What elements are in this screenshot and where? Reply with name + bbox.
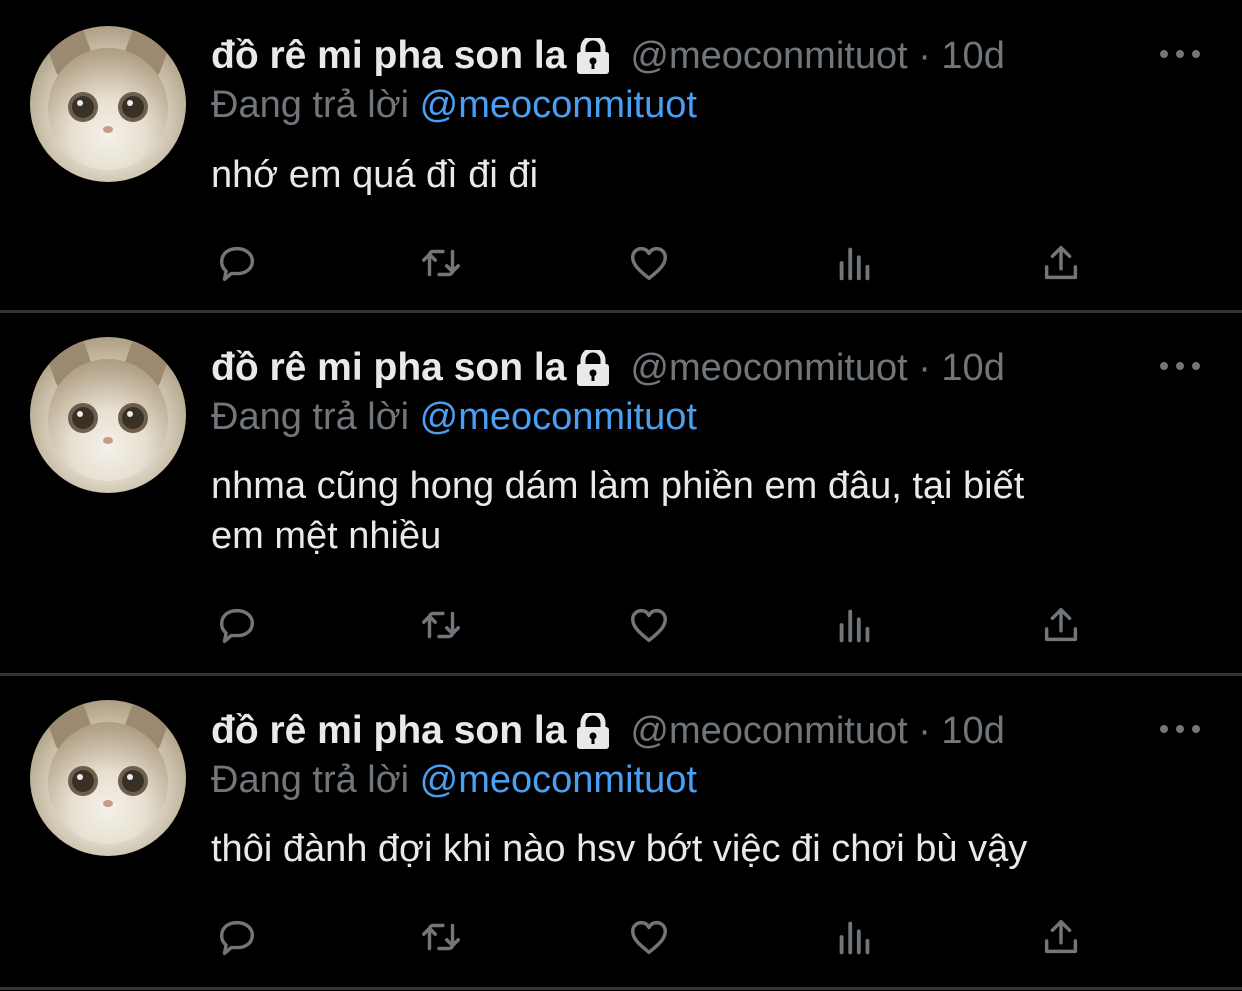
- views-icon[interactable]: [830, 600, 880, 650]
- replying-to: Đang trả lời @meoconmituot: [211, 396, 697, 439]
- handle-and-time[interactable]: @meoconmituot · 10d: [630, 35, 1004, 78]
- more-icon[interactable]: [1160, 44, 1200, 64]
- mention-link[interactable]: @meoconmituot: [420, 84, 697, 126]
- replying-to-label: Đang trả lời: [211, 84, 410, 126]
- avatar[interactable]: [30, 337, 186, 493]
- reply-icon[interactable]: [212, 238, 262, 288]
- action-bar: [0, 600, 1242, 650]
- like-icon[interactable]: [624, 600, 674, 650]
- like-icon[interactable]: [624, 238, 674, 288]
- tweet-text: nhma cũng hong dám làm phiền em đâu, tại…: [211, 465, 1025, 557]
- tweet-header: đồ rê mi pha son la @meoconmituot · 10d: [211, 343, 1005, 393]
- mention-link[interactable]: @meoconmituot: [420, 759, 697, 801]
- like-icon[interactable]: [624, 912, 674, 962]
- replying-to-label: Đang trả lời: [211, 396, 410, 438]
- action-bar: [0, 238, 1242, 288]
- retweet-icon[interactable]: [416, 238, 466, 288]
- more-icon[interactable]: [1160, 719, 1200, 739]
- handle-and-time[interactable]: @meoconmituot · 10d: [630, 347, 1004, 390]
- retweet-icon[interactable]: [416, 600, 466, 650]
- views-icon[interactable]: [830, 912, 880, 962]
- lock-icon: [574, 35, 612, 74]
- tweet-header: đồ rê mi pha son la @meoconmituot · 10d: [211, 31, 1005, 81]
- display-name[interactable]: đồ rê mi pha son la: [211, 34, 566, 78]
- reply-icon[interactable]: [212, 600, 262, 650]
- handle-and-time[interactable]: @meoconmituot · 10d: [630, 710, 1004, 753]
- replying-to: Đang trả lời @meoconmituot: [211, 759, 697, 802]
- tweet-header: đồ rê mi pha son la @meoconmituot · 10d: [211, 706, 1005, 756]
- tweet[interactable]: đồ rê mi pha son la @meoconmituot · 10d …: [0, 0, 1242, 310]
- action-bar: [0, 912, 1242, 962]
- reply-icon[interactable]: [212, 912, 262, 962]
- views-icon[interactable]: [830, 238, 880, 288]
- avatar[interactable]: [30, 700, 186, 856]
- avatar[interactable]: [30, 26, 186, 182]
- share-icon[interactable]: [1036, 600, 1086, 650]
- tweet[interactable]: đồ rê mi pha son la @meoconmituot · 10d …: [0, 676, 1242, 988]
- share-icon[interactable]: [1036, 238, 1086, 288]
- tweet-text: thôi đành đợi khi nào hsv bớt việc đi ch…: [211, 828, 1028, 870]
- more-icon[interactable]: [1160, 356, 1200, 376]
- replying-to: Đang trả lời @meoconmituot: [211, 84, 697, 127]
- tweet[interactable]: đồ rê mi pha son la @meoconmituot · 10d …: [0, 313, 1242, 673]
- lock-icon: [574, 347, 612, 386]
- tweet-text: nhớ em quá đì đi đi: [211, 154, 539, 196]
- share-icon[interactable]: [1036, 912, 1086, 962]
- retweet-icon[interactable]: [416, 912, 466, 962]
- display-name[interactable]: đồ rê mi pha son la: [211, 709, 566, 753]
- lock-icon: [574, 710, 612, 749]
- mention-link[interactable]: @meoconmituot: [420, 396, 697, 438]
- display-name[interactable]: đồ rê mi pha son la: [211, 346, 566, 390]
- divider: [0, 987, 1242, 990]
- replying-to-label: Đang trả lời: [211, 759, 410, 801]
